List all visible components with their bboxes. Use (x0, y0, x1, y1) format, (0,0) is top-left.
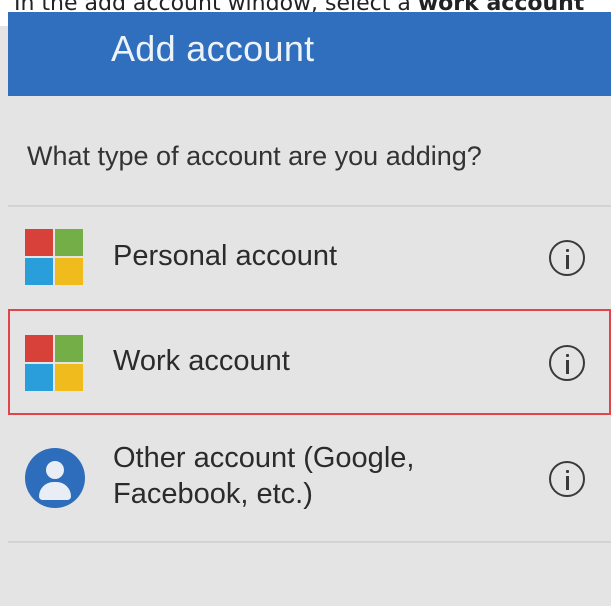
other-account-label-line2: Facebook, etc.) (113, 478, 313, 510)
other-account-label-line1: Other account (Google, (113, 442, 415, 474)
app-bar: Add account (8, 12, 611, 96)
person-icon (25, 448, 85, 508)
selection-highlight (8, 309, 611, 415)
account-type-list: What type of account are you adding? Per… (8, 96, 611, 606)
info-icon[interactable] (549, 461, 585, 497)
question-text: What type of account are you adding? (27, 141, 482, 171)
info-icon[interactable] (549, 240, 585, 276)
page-title: Add account (111, 28, 315, 69)
other-account-option[interactable]: Other account (Google, Facebook, etc.) (8, 417, 611, 541)
personal-account-option[interactable]: Personal account (8, 207, 611, 308)
microsoft-logo-icon (25, 229, 83, 285)
personal-account-label: Personal account (113, 240, 338, 272)
other-account-label: Other account (Google, Facebook, etc.) (113, 440, 414, 512)
divider (8, 541, 611, 543)
screen: In the add account window, select a work… (0, 0, 611, 606)
